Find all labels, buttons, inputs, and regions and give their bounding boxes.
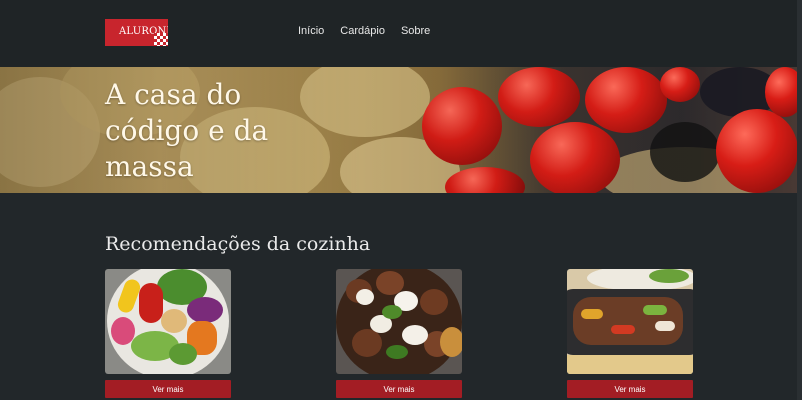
ver-mais-button[interactable]: Ver mais [105, 380, 231, 398]
checkered-pattern-icon [154, 33, 168, 46]
pepper [581, 309, 603, 319]
chickpeas [161, 309, 187, 333]
recommendations-title: Recomendações da cozinha [105, 233, 371, 255]
ver-mais-button[interactable]: Ver mais [336, 380, 462, 398]
tomatoes [139, 283, 163, 323]
nav-link-cardapio[interactable]: Cardápio [340, 25, 385, 37]
meatball [420, 289, 448, 315]
main-nav: Início Cardápio Sobre [298, 25, 430, 37]
cheese [356, 289, 374, 305]
aluroni-logo[interactable]: ALURONI [105, 19, 168, 46]
meatballs-dish-image[interactable] [336, 269, 462, 374]
herbs [169, 343, 197, 365]
hero-banner: A casa do código e da massa [0, 67, 802, 193]
pepper [611, 325, 635, 334]
pepper [643, 305, 667, 315]
cheese [402, 325, 428, 345]
garnish [649, 269, 689, 283]
salad-bowl-image[interactable] [105, 269, 231, 374]
sauce-bowl [440, 327, 462, 357]
herbs [386, 345, 408, 359]
site-header: ALURONI Início Cardápio Sobre [0, 0, 802, 67]
herbs [382, 305, 402, 319]
onion [655, 321, 675, 331]
meatball [352, 329, 382, 357]
recommendation-card: Ver mais [567, 269, 693, 398]
hero-title: A casa do código e da massa [105, 78, 269, 183]
beef-fajita-image[interactable] [567, 269, 693, 374]
recommendation-card: Ver mais [105, 269, 231, 398]
nav-link-sobre[interactable]: Sobre [401, 25, 430, 37]
board [567, 355, 693, 374]
ver-mais-button[interactable]: Ver mais [567, 380, 693, 398]
page-scrollbar[interactable] [797, 0, 802, 400]
red-cabbage [187, 297, 223, 323]
recommendation-card: Ver mais [336, 269, 462, 398]
nav-link-inicio[interactable]: Início [298, 25, 324, 37]
